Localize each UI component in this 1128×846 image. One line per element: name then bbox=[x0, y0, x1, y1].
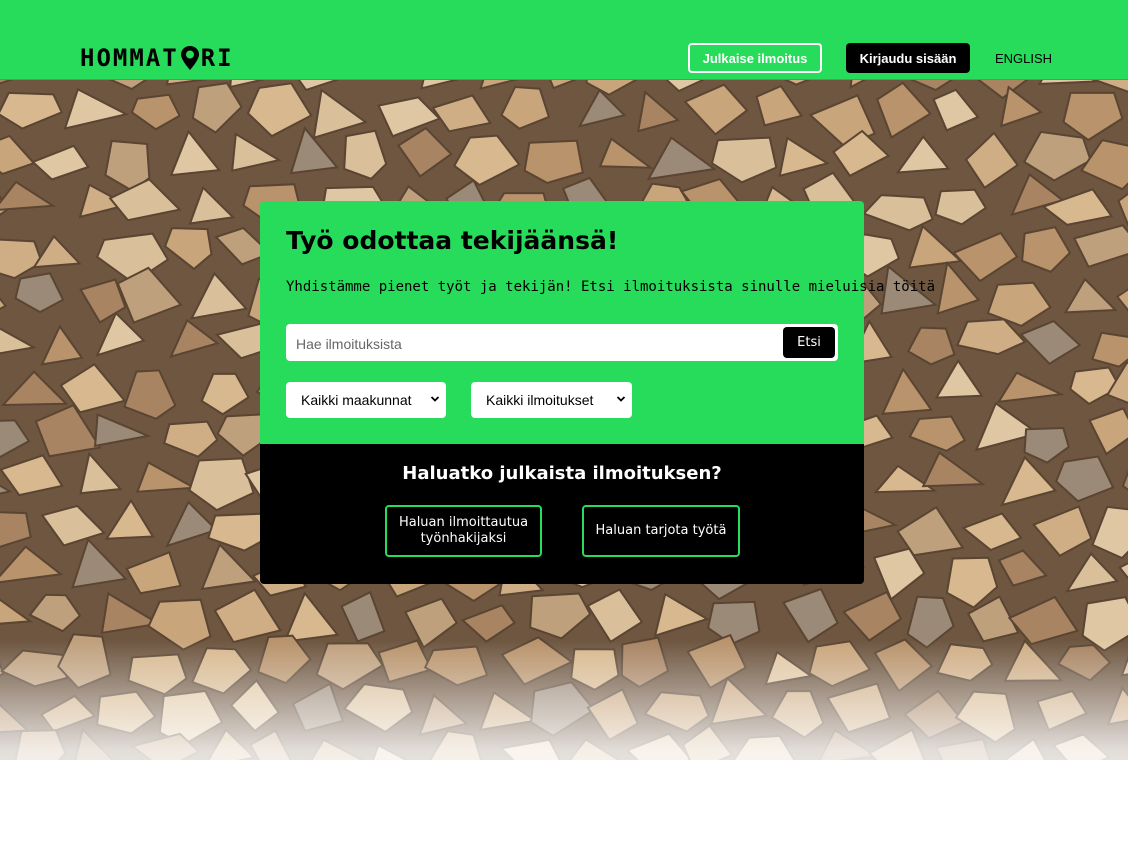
region-select[interactable]: Kaikki maakunnat bbox=[286, 382, 446, 418]
login-button[interactable]: Kirjaudu sisään bbox=[846, 43, 970, 73]
hero-fade-overlay bbox=[0, 640, 1128, 760]
listing-type-select-value: Kaikki ilmoitukset bbox=[486, 392, 594, 408]
logo-text-left: HOMMAT bbox=[80, 44, 179, 72]
search-button[interactable]: Etsi bbox=[783, 327, 835, 358]
offer-job-button[interactable]: Haluan tarjota työtä bbox=[582, 505, 740, 557]
listing-type-select[interactable]: Kaikki ilmoitukset bbox=[471, 382, 632, 418]
publish-question: Haluatko julkaista ilmoituksen? bbox=[402, 463, 722, 484]
location-pin-icon bbox=[180, 46, 199, 70]
chevron-down-icon bbox=[616, 396, 626, 402]
page-subtitle: Yhdistämme pienet työt ja tekijän! Etsi … bbox=[286, 279, 936, 295]
search-bar: Etsi bbox=[286, 324, 838, 363]
chevron-down-icon bbox=[430, 396, 440, 402]
publish-listing-button[interactable]: Julkaise ilmoitus bbox=[688, 43, 822, 73]
logo-text-right: RI bbox=[200, 44, 234, 72]
page-title: Työ odottaa tekijäänsä! bbox=[286, 226, 619, 255]
language-switch-link[interactable]: ENGLISH bbox=[995, 51, 1052, 66]
search-input[interactable] bbox=[294, 324, 778, 363]
top-navigation-bar: HOMMAT RI Julkaise ilmoitus Kirjaudu sis… bbox=[0, 0, 1128, 80]
register-jobseeker-button[interactable]: Haluan ilmoittautua työnhakijaksi bbox=[385, 505, 542, 557]
region-select-value: Kaikki maakunnat bbox=[301, 392, 412, 408]
site-logo[interactable]: HOMMAT RI bbox=[80, 44, 234, 72]
